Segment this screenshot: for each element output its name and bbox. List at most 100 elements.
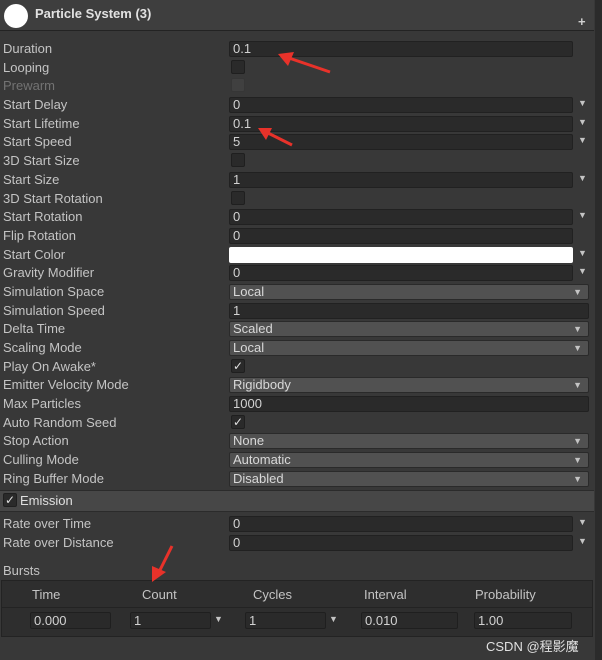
property-label-simulation-speed: Simulation Speed [3, 302, 105, 318]
max-particles-field[interactable]: 1000 [229, 396, 589, 413]
burst-cycles-field[interactable]: 1 [245, 612, 326, 629]
bursts-header-interval: Interval [364, 587, 407, 602]
rate-over-time-mode-dropdown-icon[interactable]: ▼ [578, 517, 587, 527]
property-label-start-speed: Start Speed [3, 134, 72, 150]
duration-field[interactable]: 0.1 [229, 41, 573, 57]
property-label-start-lifetime: Start Lifetime [3, 115, 80, 131]
property-label-delta-time: Delta Time [3, 321, 66, 337]
start-speed-field[interactable]: 5 [229, 134, 573, 151]
property-row-scaling-mode: Scaling Mode Local ▼ [0, 339, 594, 358]
start-speed-mode-dropdown-icon[interactable]: ▼ [578, 135, 587, 145]
property-row-rate-over-time: Rate over Time 0 ▼ [0, 515, 594, 534]
property-row-max-particles: Max Particles 1000 [0, 395, 594, 414]
rate-over-distance-mode-dropdown-icon[interactable]: ▼ [578, 536, 587, 546]
component-header[interactable]: Particle System (3) + [0, 0, 594, 31]
rate-over-time-field[interactable]: 0 [229, 516, 573, 532]
property-label-culling-mode: Culling Mode [3, 452, 79, 468]
flip-rotation-value: 0 [233, 227, 241, 243]
property-row-start-size: Start Size 1 ▼ [0, 171, 594, 190]
simulation-speed-field[interactable]: 1 [229, 302, 589, 319]
emitter-velocity-mode-dropdown[interactable]: Rigidbody ▼ [229, 377, 589, 394]
culling-mode-dropdown[interactable]: Automatic ▼ [229, 452, 589, 469]
emission-module-header[interactable]: ✓ Emission [0, 490, 594, 512]
property-row-3d-start-size: 3D Start Size [0, 152, 594, 171]
culling-mode-value: Automatic [233, 452, 291, 468]
stop-action-value: None [233, 433, 265, 449]
property-row-stop-action: Stop Action None ▼ [0, 432, 594, 451]
start-color-mode-dropdown-icon[interactable]: ▼ [578, 248, 587, 258]
ring-buffer-mode-value: Disabled [233, 470, 284, 486]
rate-over-distance-value: 0 [233, 534, 241, 550]
burst-time-field[interactable]: 0.000 [30, 612, 111, 629]
property-label-start-delay: Start Delay [3, 97, 68, 113]
scaling-mode-dropdown[interactable]: Local ▼ [229, 340, 589, 356]
property-row-delta-time: Delta Time Scaled ▼ [0, 320, 594, 339]
property-label-max-particles: Max Particles [3, 396, 82, 412]
property-row-start-color: Start Color ▼ [0, 246, 594, 265]
property-row-start-delay: Start Delay 0 ▼ [0, 96, 594, 115]
property-row-prewarm: Prewarm [0, 77, 594, 96]
property-label-simulation-space: Simulation Space [3, 283, 105, 299]
property-label-rate-over-time: Rate over Time [3, 516, 92, 531]
flip-rotation-field[interactable]: 0 [229, 227, 573, 244]
property-label-flip-rotation: Flip Rotation [3, 227, 76, 243]
property-row-looping: Looping [0, 59, 594, 78]
burst-cycles-dropdown-icon[interactable]: ▼ [329, 614, 338, 624]
stop-action-dropdown[interactable]: None ▼ [229, 433, 589, 450]
gravity-modifier-field[interactable]: 0 [229, 265, 573, 282]
ring-buffer-mode-dropdown[interactable]: Disabled ▼ [229, 470, 589, 487]
property-row-3d-start-rotation: 3D Start Rotation [0, 190, 594, 209]
simulation-space-dropdown[interactable]: Local ▼ [229, 283, 589, 300]
burst-count-dropdown-icon[interactable]: ▼ [214, 614, 223, 624]
property-row-simulation-speed: Simulation Speed 1 [0, 302, 594, 321]
3d-start-size-checkbox[interactable] [231, 153, 245, 168]
emission-title: Emission [20, 493, 73, 508]
property-label-prewarm: Prewarm [3, 78, 56, 94]
bursts-header-count: Count [142, 587, 177, 602]
start-rotation-field[interactable]: 0 [229, 209, 573, 226]
property-label-stop-action: Stop Action [3, 433, 69, 449]
property-row-start-speed: Start Speed 5 ▼ [0, 133, 594, 152]
bursts-header-probability: Probability [475, 587, 536, 602]
start-rotation-mode-dropdown-icon[interactable]: ▼ [578, 210, 587, 220]
add-icon[interactable]: + [578, 14, 586, 29]
scaling-mode-value: Local [233, 340, 265, 355]
chevron-down-icon: ▼ [573, 455, 582, 466]
auto-random-seed-checkbox[interactable]: ✓ [231, 414, 245, 429]
bursts-header-cycles: Cycles [253, 587, 293, 602]
chevron-down-icon: ▼ [573, 380, 582, 391]
property-row-start-rotation: Start Rotation 0 ▼ [0, 208, 594, 227]
property-label-3d-start-rotation: 3D Start Rotation [3, 190, 103, 206]
start-color-swatch[interactable] [229, 246, 573, 263]
delta-time-dropdown[interactable]: Scaled ▼ [229, 321, 589, 338]
burst-interval-field[interactable]: 0.010 [361, 612, 458, 629]
burst-probability-field[interactable]: 1.00 [474, 612, 572, 629]
start-lifetime-mode-dropdown-icon[interactable]: ▼ [578, 117, 587, 127]
max-particles-value: 1000 [233, 396, 262, 412]
start-delay-mode-dropdown-icon[interactable]: ▼ [578, 98, 587, 108]
emitter-velocity-mode-value: Rigidbody [233, 377, 291, 393]
start-size-mode-dropdown-icon[interactable]: ▼ [578, 173, 587, 183]
property-label-ring-buffer-mode: Ring Buffer Mode [3, 470, 104, 486]
bursts-label: Bursts [3, 563, 40, 578]
start-lifetime-field[interactable]: 0.1 [229, 115, 573, 132]
property-label-duration: Duration [3, 41, 53, 56]
property-row-play-on-awake: Play On Awake* ✓ [0, 358, 594, 377]
burst-count-field[interactable]: 1 [130, 612, 211, 629]
rate-over-distance-field[interactable]: 0 [229, 534, 573, 551]
scrollbar[interactable] [595, 0, 602, 660]
start-size-value: 1 [233, 171, 241, 187]
start-size-field[interactable]: 1 [229, 171, 573, 188]
gravity-modifier-mode-dropdown-icon[interactable]: ▼ [578, 266, 587, 276]
delta-time-value: Scaled [233, 321, 273, 337]
property-label-start-size: Start Size [3, 171, 60, 187]
rate-over-time-value: 0 [233, 516, 241, 531]
duration-value: 0.1 [233, 41, 252, 56]
play-on-awake-checkbox[interactable]: ✓ [231, 358, 245, 373]
simulation-speed-value: 1 [233, 302, 241, 318]
start-delay-field[interactable]: 0 [229, 97, 573, 114]
looping-checkbox[interactable] [231, 59, 245, 74]
3d-start-rotation-checkbox[interactable] [231, 190, 245, 205]
start-speed-value: 5 [233, 134, 241, 150]
emission-toggle[interactable]: ✓ [3, 493, 17, 507]
